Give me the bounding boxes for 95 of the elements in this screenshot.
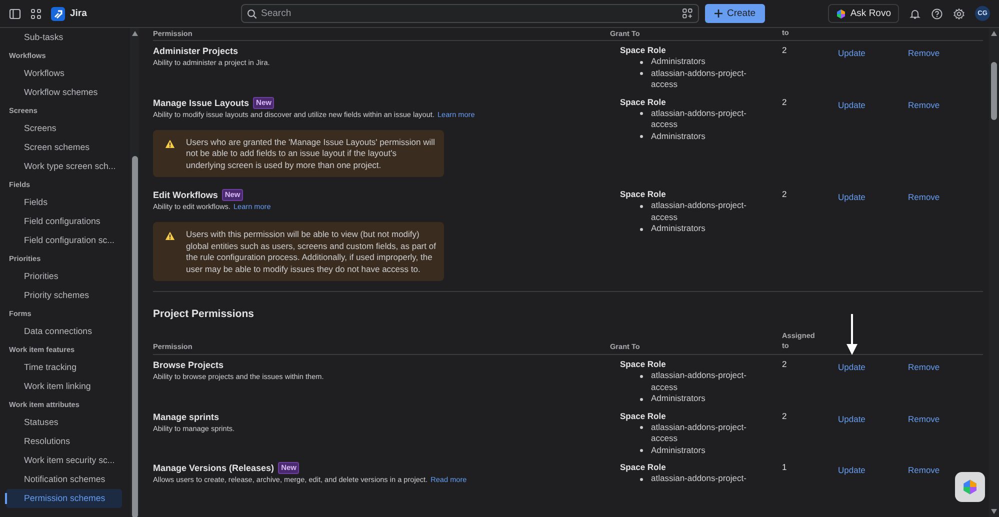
grant-member: Administrators (651, 444, 706, 456)
update-link[interactable]: Update (838, 410, 866, 424)
permission-name: Manage sprints (153, 412, 220, 422)
sidebar-item[interactable]: Resolutions (6, 432, 122, 451)
bullet-icon (640, 374, 643, 378)
down-arrow-drawing (846, 314, 858, 356)
rovo-logo-icon (836, 8, 846, 18)
sidebar-item[interactable]: Statuses (6, 413, 122, 432)
permission-name: Manage Versions (Releases) (153, 463, 274, 473)
settings-icon[interactable] (953, 8, 965, 20)
create-button[interactable]: Create (705, 4, 765, 23)
bullet-icon (640, 135, 643, 138)
sidebar-item[interactable]: Field configurations (6, 212, 122, 231)
search-field[interactable]: Search (241, 4, 699, 23)
help-icon[interactable] (931, 8, 943, 20)
app-logo-icon[interactable] (51, 6, 65, 20)
warning-icon (165, 231, 175, 241)
sidebar-item[interactable]: Field configuration sc... (6, 231, 122, 250)
sidebar-item[interactable]: Permission schemes (6, 489, 122, 508)
bullet-icon (640, 112, 643, 115)
assigned-count: 2 (782, 96, 788, 108)
grant-role: Space Role (620, 189, 667, 200)
assigned-count: 2 (782, 359, 788, 371)
plus-icon (714, 9, 723, 18)
grant-member: atlassian-addons-project-access (651, 370, 748, 393)
app-grid-icon[interactable] (30, 8, 42, 20)
app-name[interactable]: Jira (70, 8, 87, 19)
bullet-icon (640, 60, 643, 64)
sidebar-item[interactable]: Work item linking (6, 377, 122, 396)
warning-icon (165, 138, 175, 148)
sidebar-item[interactable]: Fields (6, 193, 122, 212)
remove-link[interactable]: Remove (908, 359, 940, 372)
permission-name: Edit Workflows (153, 190, 218, 200)
grant-member: Administrators (651, 223, 706, 234)
sidebar-scrollbar[interactable] (130, 28, 139, 517)
sidebar-item[interactable]: Work item security sc... (6, 451, 122, 470)
permission-name: Browse Projects (153, 360, 224, 370)
ask-rovo-button[interactable]: Ask Rovo (828, 4, 899, 23)
rovo-chat-button[interactable] (955, 472, 985, 502)
bullet-icon (640, 228, 643, 230)
update-link[interactable]: Update (838, 359, 866, 372)
update-link[interactable]: Update (838, 189, 866, 202)
sidebar-item[interactable]: Work type screen sch... (6, 157, 122, 176)
sidebar-item[interactable]: Priority schemes (6, 286, 122, 305)
assigned-count: 1 (782, 462, 788, 474)
bullet-icon (640, 398, 643, 400)
grant-member: atlassian-addons-project-access (651, 422, 748, 444)
remove-link[interactable]: Remove (908, 462, 940, 475)
search-icon (247, 8, 257, 18)
bullet-icon (640, 72, 643, 75)
sidebar-item[interactable]: Sub-tasks (6, 28, 122, 47)
sidebar-item[interactable]: Workflows (6, 64, 122, 83)
permission-name: Manage Issue Layouts (153, 98, 250, 108)
sidebar-item[interactable]: Screen schemes (6, 138, 122, 157)
update-link[interactable]: Update (838, 96, 866, 110)
grant-member: Administrators (651, 56, 706, 68)
sidebar-item[interactable]: Notification schemes (6, 470, 122, 489)
assigned-count: 2 (782, 189, 788, 201)
bullet-icon (640, 449, 643, 452)
rovo-logo-icon (962, 479, 978, 495)
grant-role: Space Role (620, 462, 667, 473)
remove-link[interactable]: Remove (908, 45, 940, 58)
bullet-icon (640, 426, 643, 429)
grant-member: Administrators (651, 130, 706, 142)
assigned-count: 2 (782, 45, 788, 57)
bullet-icon (640, 478, 643, 480)
grant-member: Administrators (651, 393, 706, 404)
remove-link[interactable]: Remove (908, 96, 940, 110)
grant-role: Space Role (620, 96, 667, 108)
filter-grid-icon[interactable] (682, 8, 693, 19)
update-link[interactable]: Update (838, 462, 866, 475)
warning-message: Users who are granted the 'Manage Issue Layouts' permission will not be able to add fields to an issue layout if the layout's underlying screen is used by more than one project. (186, 136, 436, 171)
sidebar-item[interactable]: Data connections (6, 322, 122, 341)
grant-role: Space Role (620, 45, 667, 56)
sidebar-item[interactable]: Priorities (6, 267, 122, 286)
assigned-count: 2 (782, 410, 788, 422)
grant-member: atlassian-addons-project-access (651, 108, 748, 130)
grant-role: Space Role (620, 410, 667, 422)
section-heading: Project Permissions (153, 307, 255, 322)
warning-message: Users with this permission will be able to view (but not modify) global entities such as users, screens and custom fields, as part of the rule configuration process. Additionally, if used improperly, the user may be able to modify issues they do not have access to. (186, 229, 436, 275)
grant-role: Space Role (620, 359, 667, 370)
remove-link[interactable]: Remove (908, 410, 940, 424)
sidebar-toggle-icon[interactable] (9, 8, 21, 20)
page-scrollbar[interactable] (989, 28, 999, 517)
bullet-icon (640, 204, 643, 208)
grant-member: atlassian-addons-project-access (651, 68, 748, 90)
sidebar-item[interactable]: Screens (6, 119, 122, 138)
remove-link[interactable]: Remove (908, 189, 940, 202)
permission-name: Administer Projects (153, 46, 238, 56)
update-link[interactable]: Update (838, 45, 866, 58)
grant-member: atlassian-addons-project-access (651, 200, 748, 223)
bell-icon[interactable] (909, 8, 921, 20)
grant-member: atlassian-addons-project- (651, 473, 748, 484)
sidebar-item[interactable]: Time tracking (6, 358, 122, 377)
sidebar-item[interactable]: Workflow schemes (6, 83, 122, 102)
